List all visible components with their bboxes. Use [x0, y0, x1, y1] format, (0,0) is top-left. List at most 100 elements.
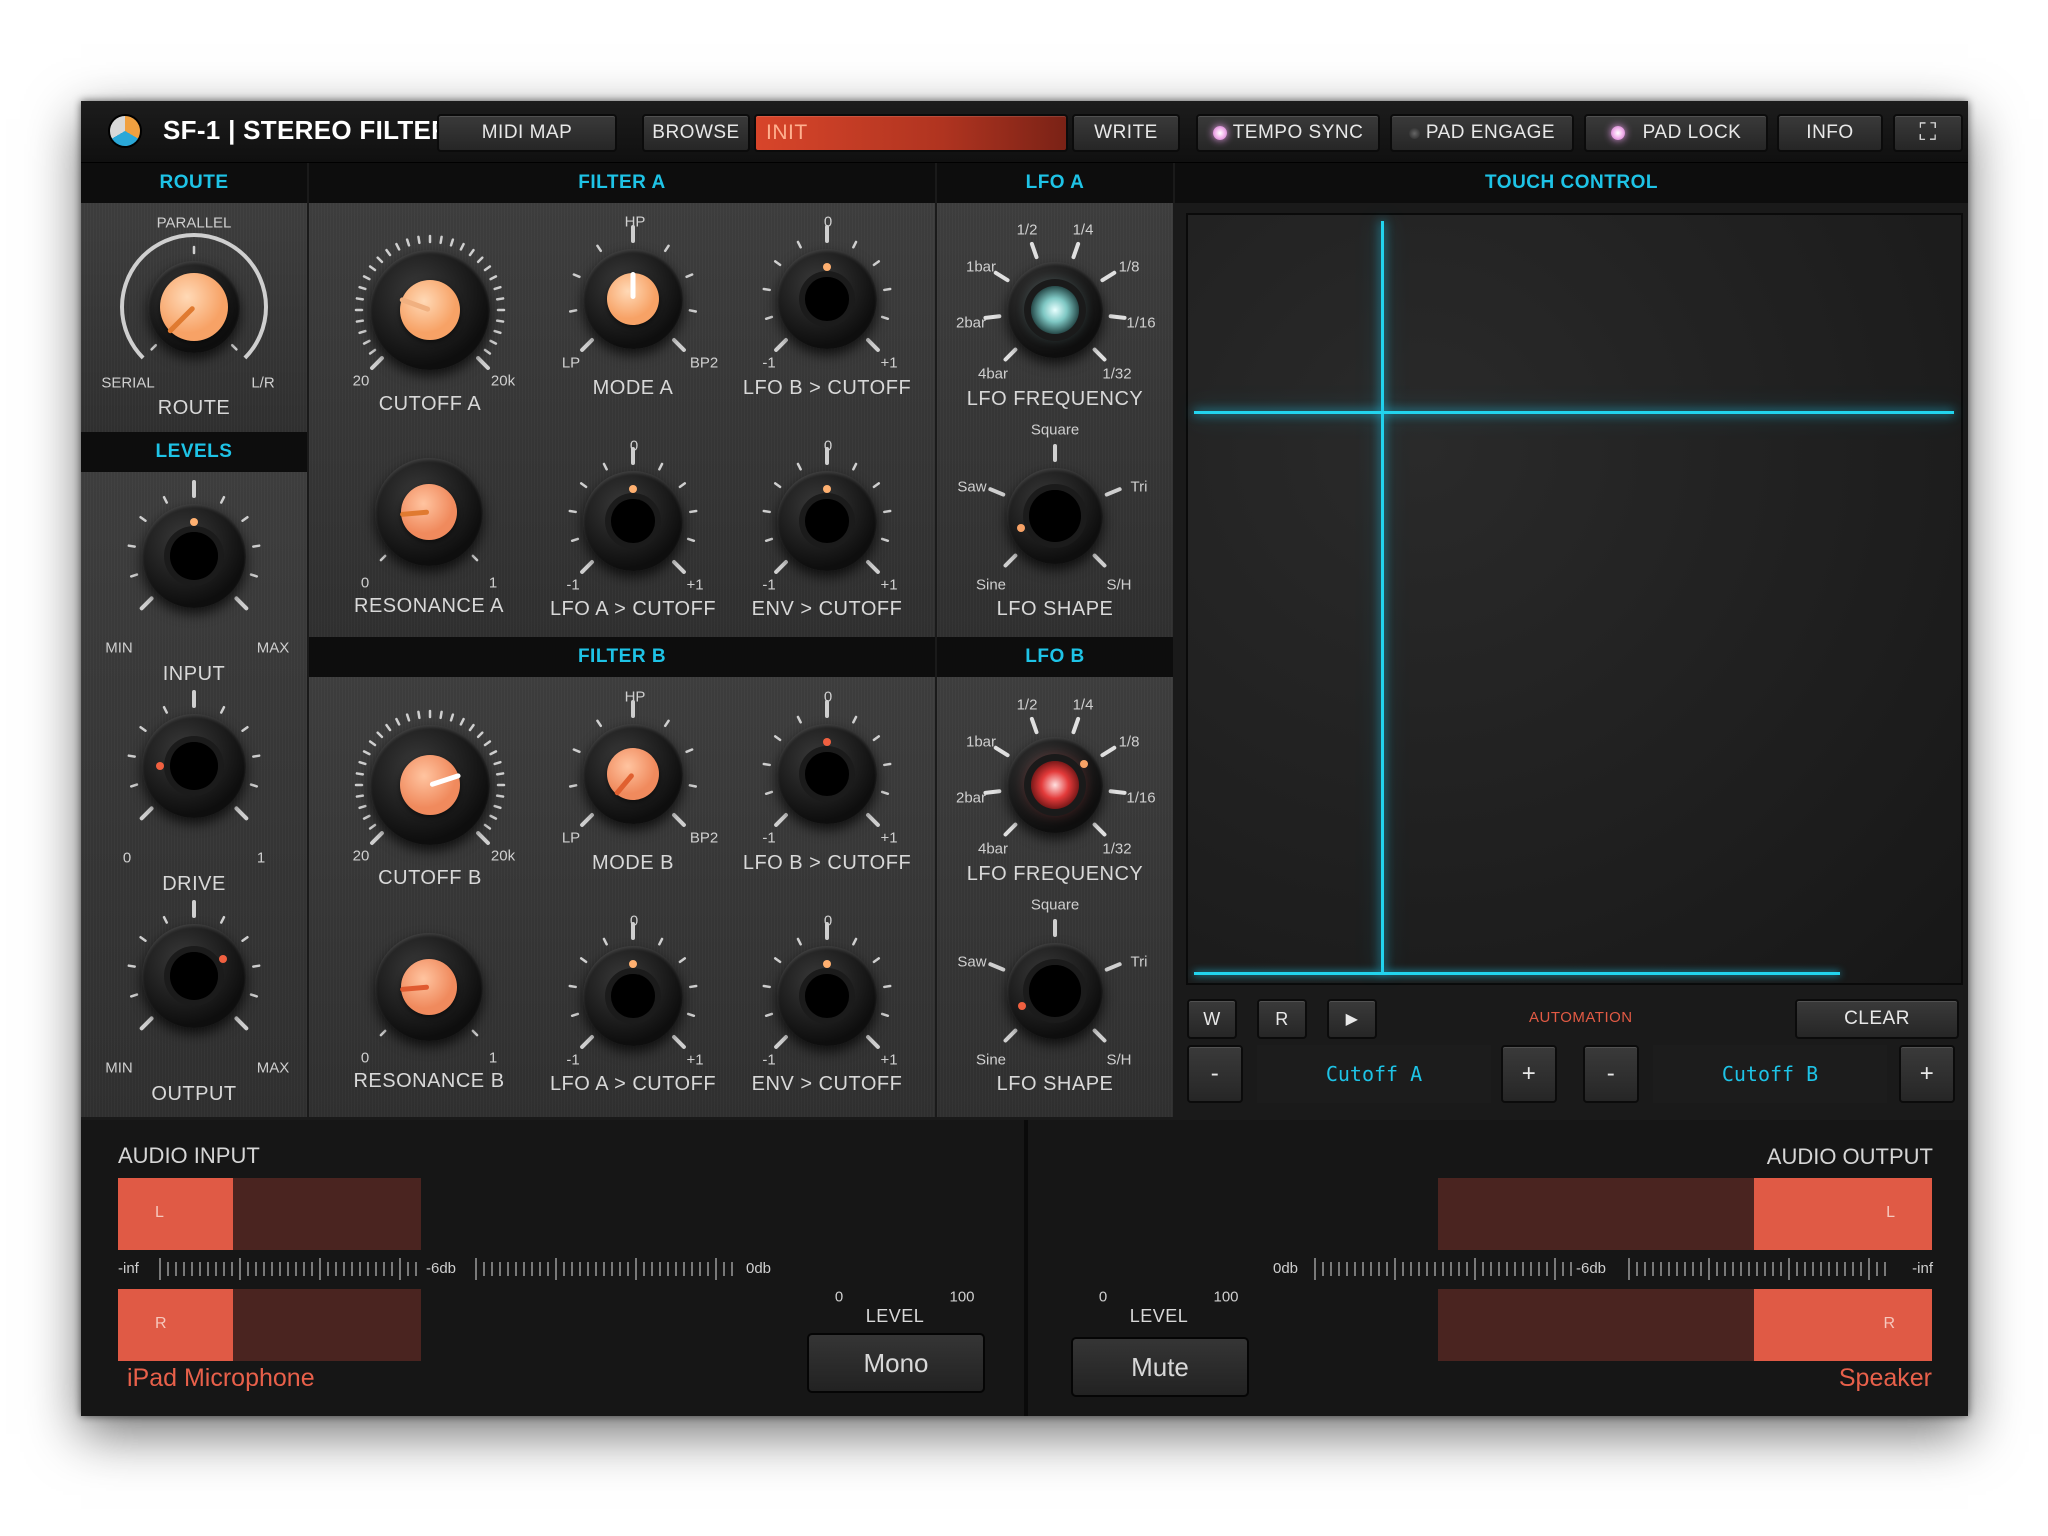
bottom-divider [1024, 1120, 1028, 1416]
automation-clear-button[interactable]: CLEAR [1795, 999, 1959, 1039]
lfo-a-header: LFO A [937, 163, 1173, 203]
output-scale-6db: -6db [1576, 1260, 1607, 1277]
resonance-b-max-label: 1 [488, 1049, 498, 1067]
cutoff-b-min-label: 20 [352, 847, 370, 865]
drive-min-label: 0 [122, 849, 132, 867]
levels-header: LEVELS [81, 432, 307, 472]
input-scale-6db: -6db [426, 1260, 457, 1277]
pad-engage-button[interactable]: PAD ENGAGE [1390, 114, 1574, 152]
input-meter-left-label: L [155, 1204, 164, 1221]
filter-a-lfob-cutoff-knob-cap [805, 277, 849, 321]
mode-a-label: MODE A [592, 377, 674, 399]
cutoff-a-min-label: 20 [352, 372, 370, 390]
input-max-label: MAX [256, 639, 290, 657]
drive-knob[interactable] [112, 684, 276, 848]
output-device-name[interactable]: Speaker [1839, 1364, 1932, 1393]
mode-b-bp2-label: BP2 [689, 829, 719, 847]
lfo-a-square-label: Square [1030, 421, 1080, 439]
input-knob[interactable] [112, 474, 276, 638]
resonance-b-label: RESONANCE B [353, 1070, 505, 1092]
automation-play-button[interactable]: ▶ [1327, 999, 1377, 1039]
cutoff-a-label: CUTOFF A [378, 393, 482, 415]
drive-knob-cap [170, 742, 218, 790]
lfo-a-frequency-label: LFO FREQUENCY [966, 388, 1144, 410]
write-button[interactable]: WRITE [1072, 114, 1180, 152]
lfo-a-frequency-knob-cap [1031, 286, 1079, 334]
lfo-b-square-label: Square [1030, 896, 1080, 914]
lfo-b-shape-knob[interactable] [977, 913, 1133, 1069]
target-b-minus-button[interactable]: - [1583, 1045, 1639, 1103]
resonance-a-min-label: 0 [360, 574, 370, 592]
resonance-a-knob[interactable] [345, 428, 513, 596]
output-knob-label: OUTPUT [151, 1083, 237, 1105]
cutoff-a-max-label: 20k [490, 372, 516, 390]
filter-a-lfoa-min-label: -1 [566, 576, 580, 594]
lfo-a-shape-knob[interactable] [977, 438, 1133, 594]
midi-map-button[interactable]: MIDI MAP [437, 114, 617, 152]
fullscreen-button[interactable]: ⛶ [1893, 114, 1963, 152]
filter-b-env-cutoff-knob-cap [805, 974, 849, 1018]
lfo-b-frequency-knob-cap [1031, 761, 1079, 809]
touch-control-header: TOUCH CONTROL [1175, 163, 1968, 203]
mode-b-lp-label: LP [561, 829, 581, 847]
automation-label: AUTOMATION [1529, 1009, 1633, 1026]
input-level-min-label: 0 [834, 1288, 844, 1306]
resonance-b-knob[interactable] [345, 903, 513, 1071]
resonance-a-max-label: 1 [488, 574, 498, 592]
output-meter-left-label: L [1886, 1204, 1895, 1221]
filter-a-lfoa-cutoff-label: LFO A > CUTOFF [549, 598, 717, 620]
filter-b-lfoa-cutoff-label: LFO A > CUTOFF [549, 1073, 717, 1095]
target-b-display: Cutoff B [1653, 1045, 1887, 1103]
output-meter-left-fill [1754, 1178, 1932, 1250]
target-a-minus-button[interactable]: - [1187, 1045, 1243, 1103]
filter-b-lfoa-cutoff-knob-cap [611, 974, 655, 1018]
pad-engage-led-icon [1408, 127, 1420, 139]
lfo-a-mark-2bar: 2bar [955, 314, 987, 332]
automation-read-button[interactable]: R [1257, 999, 1307, 1039]
mode-a-bp2-label: BP2 [689, 354, 719, 372]
touch-pad-baseline [1194, 972, 1840, 975]
input-scale-0db: 0db [746, 1260, 772, 1277]
info-button[interactable]: INFO [1777, 114, 1883, 152]
filter-a-env-cutoff-knob-cap [805, 499, 849, 543]
lfo-b-mark-4bar: 4bar [977, 840, 1009, 858]
automation-write-button[interactable]: W [1187, 999, 1237, 1039]
lfo-b-mark-1-16: 1/16 [1126, 789, 1156, 807]
lfo-a-mark-4bar: 4bar [977, 365, 1009, 383]
output-meter-right: R [1438, 1289, 1932, 1361]
audio-input-title: AUDIO INPUT [118, 1143, 260, 1168]
resonance-b-min-label: 0 [360, 1049, 370, 1067]
top-bar: SF-1 | STEREO FILTER MIDI MAP BROWSE INI… [81, 101, 1968, 163]
lfo-a-mark-1-2: 1/2 [1016, 221, 1038, 239]
lfo-a-mark-1-32: 1/32 [1102, 365, 1132, 383]
output-knob[interactable] [112, 894, 276, 1058]
input-knob-indicator [190, 518, 198, 526]
pad-engage-label: PAD ENGAGE [1425, 122, 1556, 143]
tempo-sync-led-icon [1212, 126, 1227, 140]
mono-button[interactable]: Mono [807, 1333, 985, 1393]
play-icon: ▶ [1345, 1011, 1359, 1028]
filter-b-lfob-max-label: +1 [880, 829, 898, 847]
drive-max-label: 1 [256, 849, 266, 867]
cutoff-b-label: CUTOFF B [378, 867, 482, 889]
tempo-sync-button[interactable]: TEMPO SYNC [1196, 114, 1380, 152]
browse-button[interactable]: BROWSE [642, 114, 750, 152]
output-meter-right-fill [1754, 1289, 1932, 1361]
touch-xy-pad[interactable] [1186, 213, 1963, 985]
target-b-plus-button[interactable]: + [1899, 1045, 1955, 1103]
route-knob[interactable] [118, 231, 270, 383]
lfo-b-mark-1-4: 1/4 [1072, 696, 1094, 714]
lfo-a-shape-knob-cap [1029, 490, 1081, 542]
tempo-sync-label: TEMPO SYNC [1232, 122, 1364, 143]
target-a-value: Cutoff A [1325, 1062, 1423, 1086]
input-min-label: MIN [105, 639, 133, 657]
preset-name-field[interactable]: INIT [754, 114, 1068, 152]
mute-button[interactable]: Mute [1071, 1337, 1249, 1397]
mode-b-hp-label: HP [624, 688, 646, 706]
mode-a-hp-label: HP [624, 213, 646, 231]
preset-name: INIT [766, 121, 808, 144]
input-device-name[interactable]: iPad Microphone [127, 1364, 315, 1393]
pad-lock-button[interactable]: PAD LOCK [1584, 114, 1768, 152]
filter-b-lfoa-min-label: -1 [566, 1051, 580, 1069]
target-a-plus-button[interactable]: + [1501, 1045, 1557, 1103]
